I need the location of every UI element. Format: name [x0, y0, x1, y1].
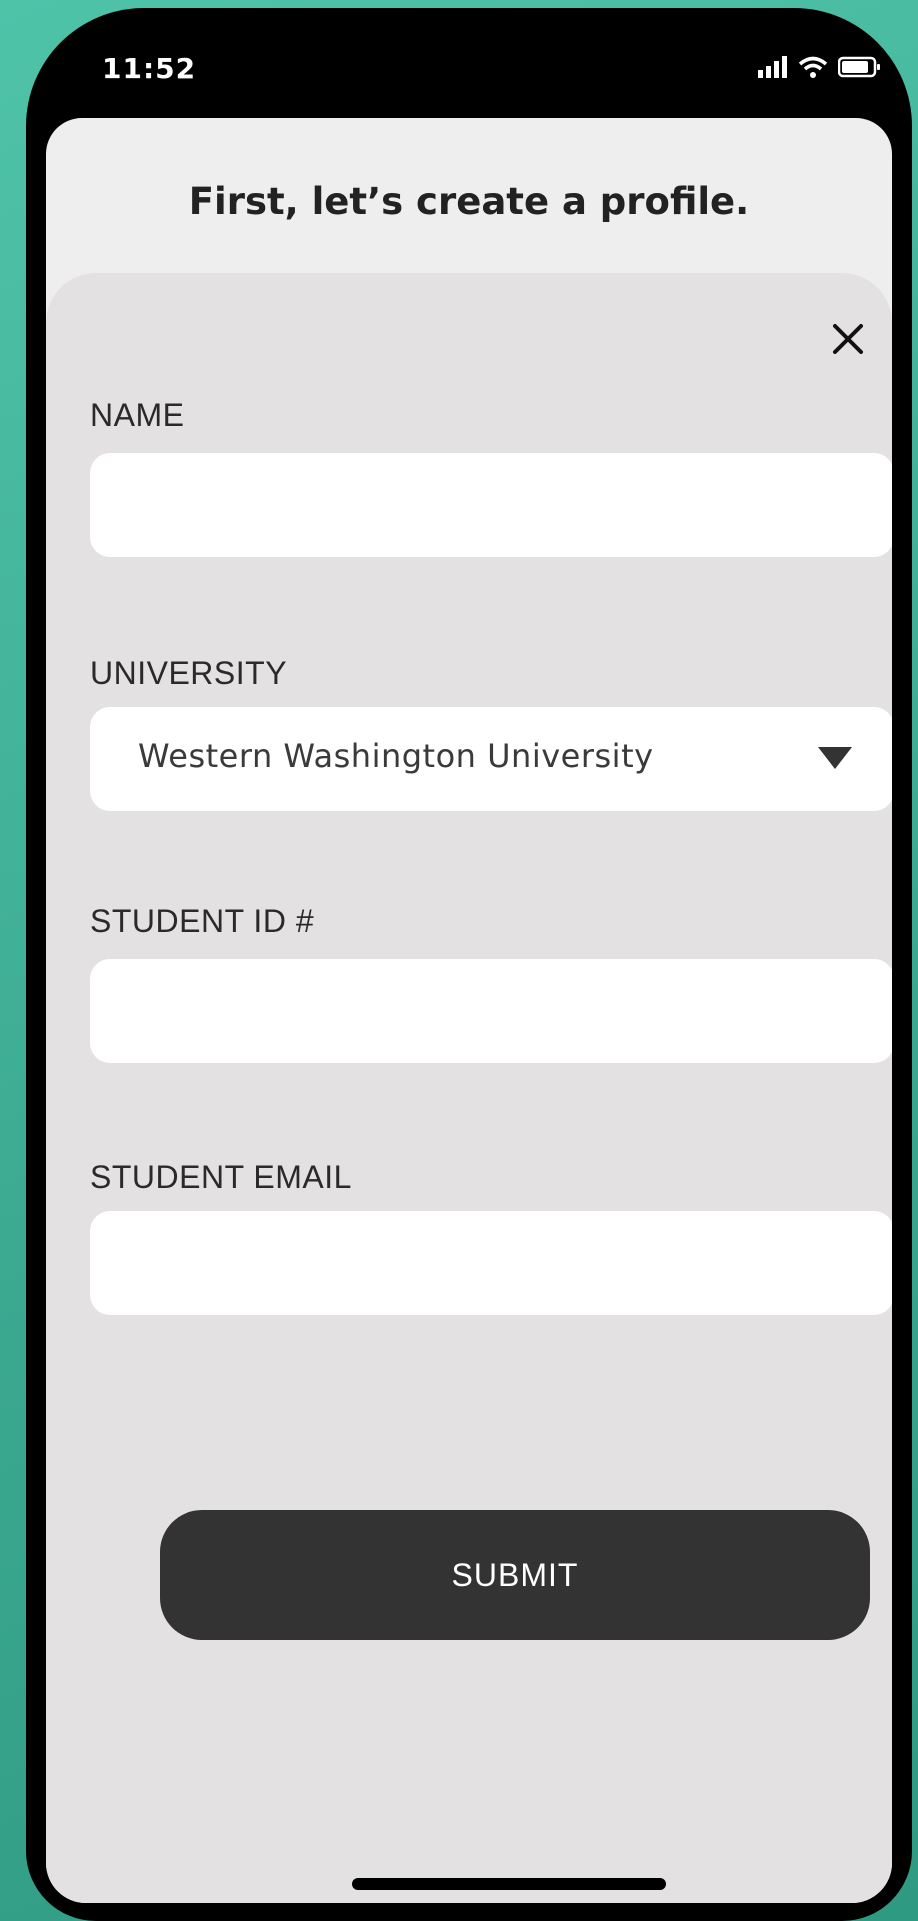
university-select[interactable]: Western Washington University — [90, 707, 892, 811]
submit-label: SUBMIT — [451, 1556, 579, 1593]
page-title: First, let’s create a profile. — [188, 180, 750, 223]
profile-form-sheet: NAME UNIVERSITY Western Washington Unive… — [46, 273, 892, 1903]
battery-icon — [837, 56, 882, 83]
status-time: 11:52 — [102, 52, 197, 85]
student-id-label: STUDENT ID # — [90, 903, 315, 939]
status-bar: 11:52 — [26, 8, 912, 118]
student-email-field[interactable] — [90, 1211, 892, 1315]
home-indicator[interactable] — [352, 1878, 666, 1890]
student-email-label: STUDENT EMAIL — [90, 1159, 352, 1195]
close-icon[interactable] — [830, 321, 866, 357]
submit-button[interactable]: SUBMIT — [160, 1510, 870, 1640]
student-id-field[interactable] — [90, 959, 892, 1063]
status-icons — [758, 56, 882, 83]
wifi-icon — [798, 56, 828, 83]
name-label: NAME — [90, 397, 185, 433]
university-label: UNIVERSITY — [90, 655, 288, 691]
cellular-signal-icon — [758, 56, 788, 83]
phone-frame: 11:52 First, let’s create a profile. NAM… — [26, 8, 912, 1921]
university-selected-value: Western Washington University — [138, 737, 654, 775]
app-screen: First, let’s create a profile. NAME UNIV… — [46, 118, 892, 1903]
name-field[interactable] — [90, 453, 892, 557]
dropdown-triangle-icon — [818, 747, 852, 774]
